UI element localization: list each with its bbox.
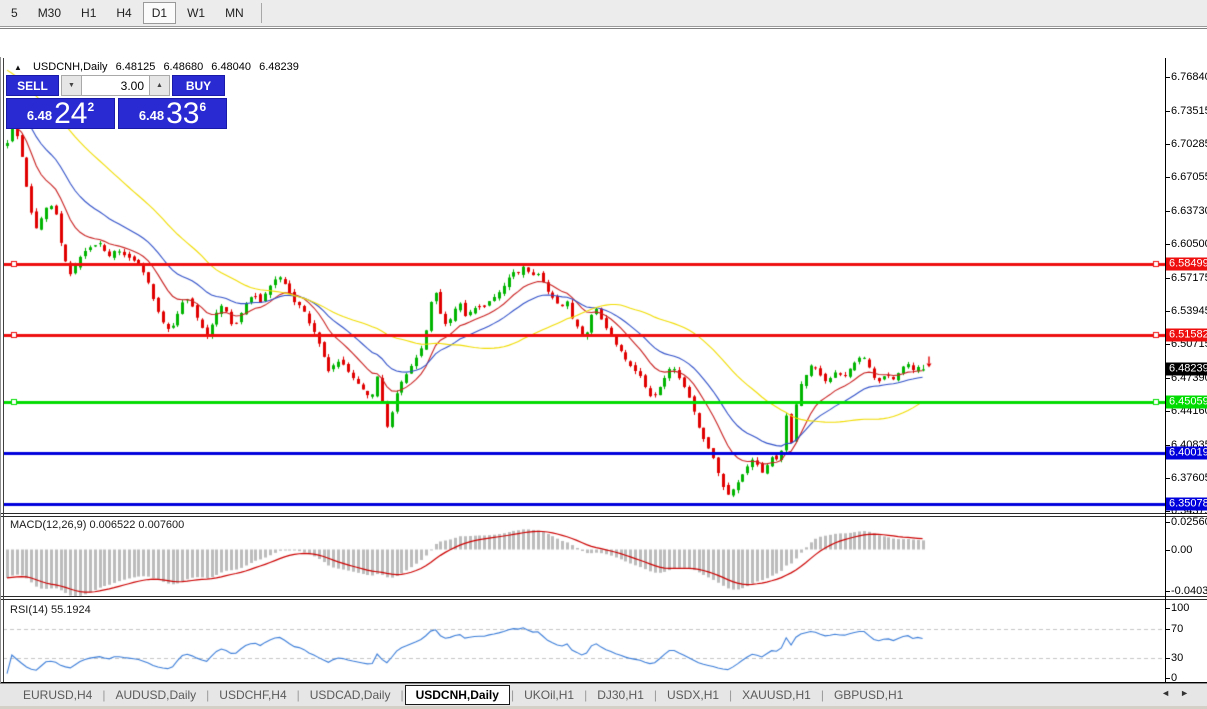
rsi-tick: 100	[1171, 602, 1189, 614]
tab-xauusd-h1[interactable]: XAUUSD,H1	[733, 686, 820, 704]
collapse-panel-icon[interactable]: ▲	[14, 63, 22, 72]
timeframe-mn[interactable]: MN	[216, 2, 253, 24]
chart-window: ▲ USDCNH,Daily 6.48125 6.48680 6.48040 6…	[0, 28, 1207, 683]
price-line-label: 6.51582	[1166, 329, 1207, 342]
volume-decrease-button[interactable]: ▼	[61, 75, 82, 96]
macd-tick: 0.025609	[1171, 516, 1207, 528]
macd-tick: -0.04038	[1171, 585, 1207, 597]
rsi-tick: 30	[1171, 652, 1183, 664]
price-tick: 6.76840	[1171, 71, 1207, 83]
tab-separator: |	[821, 688, 824, 702]
ohlc-open: 6.48125	[116, 61, 156, 73]
timeframe-m30[interactable]: M30	[29, 2, 70, 24]
buy-price-tile[interactable]: 6.48 33 6	[118, 98, 227, 129]
price-tick: 6.67055	[1171, 171, 1207, 183]
tab-dj30-h1[interactable]: DJ30,H1	[588, 686, 653, 704]
sell-price-tile[interactable]: 6.48 24 2	[6, 98, 115, 129]
price-line-label: 6.45059	[1166, 395, 1207, 408]
tab-separator: |	[511, 688, 514, 702]
panel-divider[interactable]	[0, 596, 1207, 600]
window-left-edge	[0, 57, 1, 709]
tab-audusd-daily[interactable]: AUDUSD,Daily	[106, 686, 205, 704]
price-line-label: 6.40019	[1166, 447, 1207, 460]
ohlc-header: ▲ USDCNH,Daily 6.48125 6.48680 6.48040 6…	[14, 61, 304, 73]
price-line-label: 6.35078	[1166, 497, 1207, 510]
timeframe-5[interactable]: 5	[2, 2, 27, 24]
price-tick: 6.53945	[1171, 305, 1207, 317]
rsi-tick: 70	[1171, 623, 1183, 635]
price-tick: 6.63730	[1171, 205, 1207, 217]
tab-scroll-right-icon[interactable]: ►	[1180, 688, 1199, 698]
buy-price-sup: 6	[200, 100, 207, 114]
chart-left-border	[3, 58, 4, 682]
tab-separator: |	[297, 688, 300, 702]
ohlc-close: 6.48239	[259, 61, 299, 73]
timeframe-h1[interactable]: H1	[72, 2, 105, 24]
tab-usdchf-h4[interactable]: USDCHF,H4	[210, 686, 295, 704]
tab-separator: |	[102, 688, 105, 702]
tab-usdcnh-daily[interactable]: USDCNH,Daily	[405, 685, 510, 705]
tab-scroll-arrows: ◄►	[1161, 688, 1199, 698]
application-window: 5M30H1H4D1W1MN ▲ USDCNH,Daily 6.48125 6.…	[0, 0, 1207, 709]
buy-price-small: 6.48	[139, 108, 164, 123]
buy-button[interactable]: BUY	[172, 75, 225, 96]
spinner-up-icon: ▲	[156, 82, 163, 89]
sell-button[interactable]: SELL	[6, 75, 59, 96]
timeframe-w1[interactable]: W1	[178, 2, 214, 24]
sell-price-small: 6.48	[27, 108, 52, 123]
tab-separator: |	[584, 688, 587, 702]
sell-price-sup: 2	[88, 100, 95, 114]
ohlc-low: 6.48040	[211, 61, 251, 73]
panel-divider[interactable]	[0, 513, 1207, 517]
tab-gbpusd-h1[interactable]: GBPUSD,H1	[825, 686, 912, 704]
tab-separator: |	[654, 688, 657, 702]
macd-indicator-label: MACD(12,26,9) 0.006522 0.007600	[10, 519, 184, 531]
current-price-label: 6.48239	[1166, 363, 1207, 376]
tab-usdx-h1[interactable]: USDX,H1	[658, 686, 728, 704]
tab-ukoil-h1[interactable]: UKOil,H1	[515, 686, 583, 704]
price-tick: 6.70285	[1171, 138, 1207, 150]
price-tick: 6.37605	[1171, 472, 1207, 484]
tab-scroll-left-icon[interactable]: ◄	[1161, 688, 1180, 698]
rsi-panel-canvas[interactable]	[3, 600, 1165, 682]
timeframe-h4[interactable]: H4	[107, 2, 140, 24]
macd-tick: 0.00	[1171, 544, 1192, 556]
symbol-title: USDCNH,Daily	[33, 61, 108, 73]
price-tick: 6.60500	[1171, 238, 1207, 250]
spinner-down-icon: ▼	[68, 82, 75, 89]
price-tick: 6.73515	[1171, 105, 1207, 117]
symbol-tabbar: EURUSD,H4|AUDUSD,Daily|USDCHF,H4|USDCAD,…	[0, 683, 1207, 706]
timeframe-d1[interactable]: D1	[143, 2, 176, 24]
buy-price-big: 33	[166, 101, 199, 127]
rsi-indicator-label: RSI(14) 55.1924	[10, 604, 91, 616]
volume-input[interactable]: 3.00	[82, 75, 149, 96]
toolbar-separator	[261, 3, 262, 23]
tab-separator: |	[206, 688, 209, 702]
timeframe-toolbar: 5M30H1H4D1W1MN	[0, 0, 1207, 27]
tab-eurusd-h4[interactable]: EURUSD,H4	[14, 686, 101, 704]
one-click-trading-panel: SELL ▼ 3.00 ▲ BUY 6.48 24 2 6.48 33 6	[6, 75, 227, 129]
price-tick: 6.57175	[1171, 272, 1207, 284]
sell-price-big: 24	[54, 101, 87, 127]
volume-increase-button[interactable]: ▲	[149, 75, 170, 96]
price-line-label: 6.58499	[1166, 258, 1207, 271]
tab-usdcad-daily[interactable]: USDCAD,Daily	[301, 686, 400, 704]
ohlc-high: 6.48680	[163, 61, 203, 73]
tab-separator: |	[729, 688, 732, 702]
tab-separator: |	[400, 688, 403, 702]
